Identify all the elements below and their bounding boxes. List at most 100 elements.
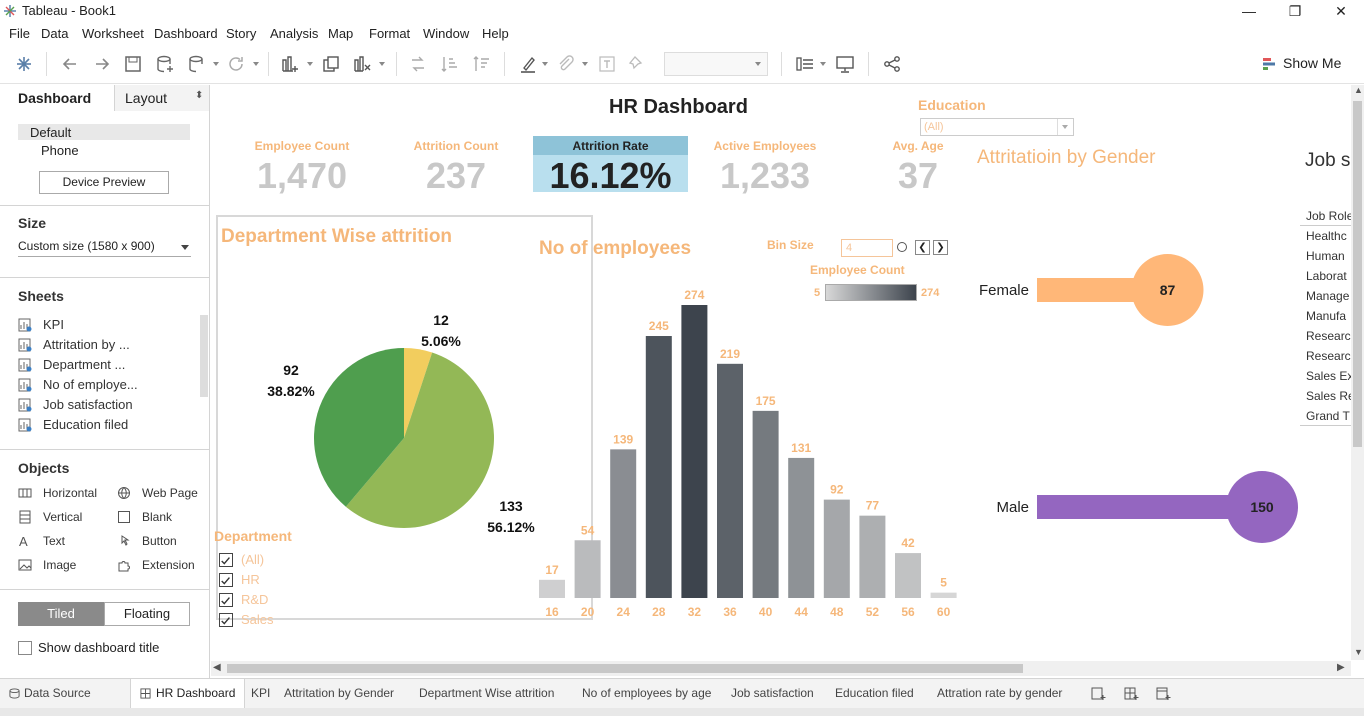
floating-toggle[interactable]: Floating xyxy=(104,602,190,626)
tab-job-satisfaction[interactable]: Job satisfaction xyxy=(731,686,814,700)
bar-value-label: 54 xyxy=(581,523,595,537)
vertical-scroll-thumb[interactable] xyxy=(1353,101,1362,447)
tab-kpi[interactable]: KPI xyxy=(251,686,270,700)
tab-layout[interactable]: Layout ⬍ xyxy=(115,85,209,111)
vertical-scrollbar[interactable]: ▲ ▼ xyxy=(1351,85,1364,660)
tab-no-of-employees-by-age[interactable]: No of employees by age xyxy=(582,686,711,700)
minimize-button[interactable]: — xyxy=(1226,0,1272,22)
close-button[interactable]: ✕ xyxy=(1318,0,1364,22)
show-me-button[interactable]: Show Me xyxy=(1283,55,1341,71)
menu-help[interactable]: Help xyxy=(482,26,509,41)
tab-department-wise-attrition[interactable]: Department Wise attrition xyxy=(419,686,554,700)
share-icon[interactable] xyxy=(882,54,902,74)
department-option[interactable]: R&D xyxy=(241,592,268,607)
tab-attritation-by-gender[interactable]: Attritation by Gender xyxy=(284,686,394,700)
cards-dropdown-icon[interactable] xyxy=(820,62,826,66)
histogram-bar xyxy=(539,579,565,598)
tableau-logo-icon xyxy=(4,5,16,17)
duplicate-sheet-icon[interactable] xyxy=(321,54,341,74)
bar-value-label: 131 xyxy=(791,441,811,455)
bin-size-slider-handle[interactable] xyxy=(897,242,907,252)
menu-worksheet[interactable]: Worksheet xyxy=(82,26,144,41)
job-table-row: Healthc xyxy=(1306,229,1347,243)
new-worksheet-icon[interactable] xyxy=(280,54,300,74)
education-filter-dropdown[interactable]: (All) xyxy=(920,118,1074,136)
device-preview-button[interactable]: Device Preview xyxy=(39,171,169,194)
device-default[interactable]: Default xyxy=(18,124,190,140)
menu-map[interactable]: Map xyxy=(328,26,353,41)
pie-percent-label: 38.82% xyxy=(267,383,315,399)
highlight-dropdown-icon[interactable] xyxy=(542,62,548,66)
bin-size-input[interactable]: 4 xyxy=(841,239,893,257)
checkbox-checked-icon[interactable] xyxy=(219,553,233,567)
device-phone[interactable]: Phone xyxy=(41,143,79,158)
bin-size-decrement-icon[interactable]: ❮ xyxy=(915,240,930,255)
maximize-button[interactable]: ❐ xyxy=(1272,0,1318,22)
refresh-dropdown-icon[interactable] xyxy=(253,62,259,66)
new-worksheet-tab-icon[interactable] xyxy=(1091,686,1106,701)
horizontal-scrollbar[interactable]: ◀ ▶ xyxy=(211,661,1351,676)
new-datasource-icon[interactable] xyxy=(155,54,175,74)
fit-dropdown-icon[interactable] xyxy=(755,62,761,66)
save-icon[interactable] xyxy=(123,54,143,74)
swap-icon[interactable] xyxy=(408,54,428,74)
refresh-icon[interactable] xyxy=(226,54,246,74)
new-worksheet-dropdown-icon[interactable] xyxy=(307,62,313,66)
pause-updates-icon[interactable] xyxy=(187,54,207,74)
department-option[interactable]: HR xyxy=(241,572,260,587)
tab-attration-rate-by-gender[interactable]: Attration rate by gender xyxy=(937,686,1062,700)
checkbox-checked-icon[interactable] xyxy=(219,573,233,587)
highlight-icon[interactable] xyxy=(518,54,538,74)
scroll-down-icon[interactable]: ▼ xyxy=(1354,647,1363,657)
show-mark-labels-icon[interactable] xyxy=(597,54,617,74)
sheets-scrollbar[interactable] xyxy=(200,315,208,397)
menu-window[interactable]: Window xyxy=(423,26,469,41)
show-title-checkbox[interactable] xyxy=(18,641,32,655)
checkbox-checked-icon[interactable] xyxy=(219,593,233,607)
sort-ascending-icon[interactable] xyxy=(440,54,460,74)
pie-value-label: 12 xyxy=(433,312,449,328)
new-story-tab-icon[interactable] xyxy=(1156,686,1171,701)
show-me-icon[interactable] xyxy=(1262,56,1278,72)
show-title-label: Show dashboard title xyxy=(38,640,160,655)
fix-axes-icon[interactable] xyxy=(627,54,647,74)
kpi-attrition-count-label: Attrition Count xyxy=(413,139,499,153)
cards-view-icon[interactable] xyxy=(795,54,815,74)
tableau-home-icon[interactable] xyxy=(14,54,34,74)
menu-dashboard[interactable]: Dashboard xyxy=(154,26,218,41)
tab-hr-dashboard[interactable]: HR Dashboard xyxy=(130,679,245,708)
tab-data-source[interactable]: Data Source xyxy=(24,686,91,700)
presentation-mode-icon[interactable] xyxy=(835,54,855,74)
horizontal-scroll-thumb[interactable] xyxy=(227,664,1023,673)
clear-sheet-icon[interactable] xyxy=(352,54,372,74)
tab-dashboard[interactable]: Dashboard xyxy=(0,85,115,111)
scroll-right-icon[interactable]: ▶ xyxy=(1337,662,1345,673)
redo-icon[interactable] xyxy=(92,54,112,74)
scroll-left-icon[interactable]: ◀ xyxy=(213,662,221,673)
tab-education-filed[interactable]: Education filed xyxy=(835,686,914,700)
menu-file[interactable]: File xyxy=(9,26,30,41)
menu-story[interactable]: Story xyxy=(226,26,256,41)
bin-size-increment-icon[interactable]: ❯ xyxy=(933,240,948,255)
menu-analysis[interactable]: Analysis xyxy=(270,26,318,41)
age-tick-label: 36 xyxy=(723,605,737,619)
department-chart-title: Department Wise attrition xyxy=(221,226,453,247)
age-tick-label: 24 xyxy=(617,605,631,619)
menu-data[interactable]: Data xyxy=(41,26,68,41)
sort-descending-icon[interactable] xyxy=(472,54,492,74)
layout-tab-arrows-icon: ⬍ xyxy=(195,90,204,101)
pause-dropdown-icon[interactable] xyxy=(213,62,219,66)
group-dropdown-icon[interactable] xyxy=(582,62,588,66)
clear-dropdown-icon[interactable] xyxy=(379,62,385,66)
fit-selector[interactable] xyxy=(664,52,768,76)
undo-icon[interactable] xyxy=(60,54,80,74)
tiled-toggle[interactable]: Tiled xyxy=(18,602,104,626)
menu-format[interactable]: Format xyxy=(369,26,410,41)
department-option[interactable]: Sales xyxy=(241,612,274,627)
department-option[interactable]: (All) xyxy=(241,552,264,567)
group-members-icon[interactable] xyxy=(556,54,576,74)
size-select[interactable]: Custom size (1580 x 900) xyxy=(18,237,191,257)
checkbox-checked-icon[interactable] xyxy=(219,613,233,627)
new-dashboard-tab-icon[interactable] xyxy=(1124,686,1139,701)
scroll-up-icon[interactable]: ▲ xyxy=(1354,85,1363,95)
